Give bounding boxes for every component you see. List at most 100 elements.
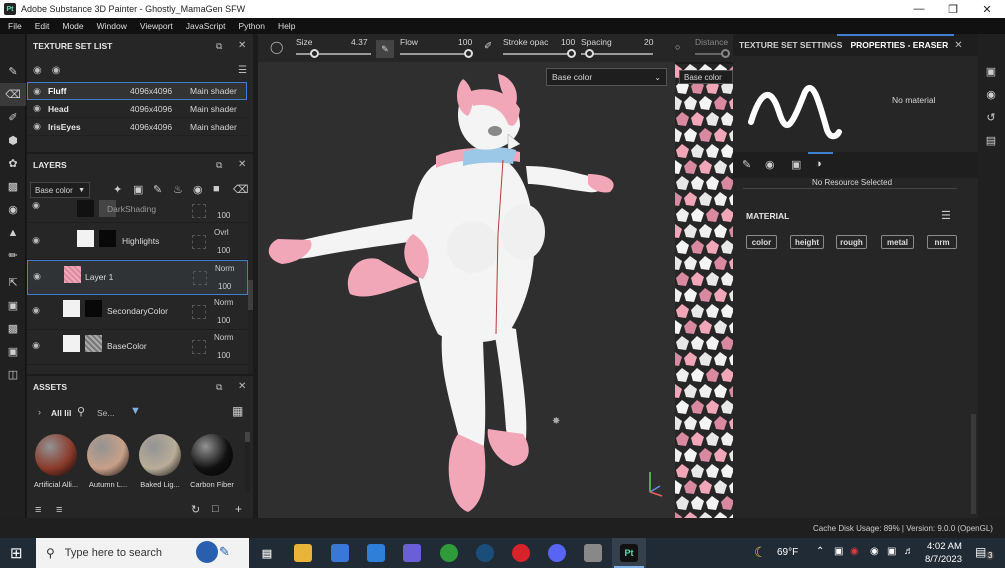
flow-pen-icon[interactable]: ✎ [376, 40, 394, 58]
light-icon[interactable]: ✸ [552, 416, 560, 427]
size-value[interactable]: 4.37 [351, 37, 368, 47]
texture-set-row[interactable]: ◉ Head 4096x4096 Main shader [27, 100, 247, 118]
clock-date[interactable]: 8/7/2023 [925, 554, 962, 565]
stroke-opacity-slider-handle[interactable] [567, 49, 576, 58]
eye-icon[interactable]: ◉ [30, 86, 44, 97]
filter-icon[interactable]: ▼ [130, 405, 141, 417]
layer-row[interactable]: ◉ DarkShading 100 [27, 198, 248, 223]
stroke-opacity-value[interactable]: 100 [561, 37, 575, 47]
volume-icon[interactable]: ♬ [904, 546, 914, 557]
viewport-channel-select[interactable]: Base color ⌄ [546, 68, 667, 86]
undock-icon[interactable]: ⧉ [216, 160, 222, 171]
menu-edit[interactable]: Edit [35, 21, 50, 31]
library-icon[interactable]: ≡ [56, 504, 62, 516]
substance-painter-taskbar-icon[interactable]: Pt [620, 544, 638, 562]
asset-item[interactable]: Artificial Alli... [31, 434, 81, 494]
import-icon[interactable]: ≡ [35, 504, 41, 516]
brush-shape-icon[interactable]: ◯ [270, 40, 283, 54]
menu-file[interactable]: File [8, 21, 22, 31]
brush-tab-icon[interactable]: ✎ [742, 158, 751, 171]
layer-row[interactable]: ◉ SecondaryColor Norm 100 [27, 295, 248, 330]
bake-icon[interactable]: ▲ [0, 221, 26, 244]
eye-icon[interactable]: ◉ [29, 340, 43, 351]
spacing-value[interactable]: 20 [644, 37, 653, 47]
stroke-opacity-slider[interactable] [503, 53, 573, 55]
layer-mask-slot[interactable] [192, 305, 206, 319]
alpha-tab-icon[interactable]: ◉ [765, 158, 775, 171]
add-asset-icon[interactable]: + [235, 502, 242, 516]
layer-mask-slot[interactable] [192, 204, 206, 218]
channel-nrm-toggle[interactable]: nrm [927, 235, 957, 249]
layer-row-selected[interactable]: ◉ Layer 1 Norm 100 [27, 260, 248, 295]
display-settings-icon[interactable]: ▣ [978, 60, 1004, 83]
grid-view-icon[interactable]: ▦ [232, 404, 243, 418]
layer-mask-slot[interactable] [192, 235, 206, 249]
discord-icon[interactable] [548, 544, 566, 562]
undock-icon[interactable]: ⧉ [216, 382, 222, 393]
eye-icon[interactable]: ◉ [29, 235, 43, 246]
close-panel-icon[interactable]: ✕ [238, 159, 246, 170]
distance-slider-handle[interactable] [721, 49, 730, 58]
eye-icon[interactable]: ◉ [30, 121, 44, 132]
history-icon[interactable]: ↺ [978, 106, 1004, 129]
tab-properties-eraser[interactable]: PROPERTIES - ERASER [850, 40, 948, 50]
size-slider-handle[interactable] [310, 49, 319, 58]
box-icon[interactable]: ◫ [0, 363, 26, 386]
eye-icon[interactable]: ◉ [29, 305, 43, 316]
size-slider[interactable] [296, 53, 371, 55]
tab-texture-set-settings[interactable]: TEXTURE SET SETTINGS [739, 40, 842, 50]
folder-icon[interactable]: □ [212, 503, 219, 515]
paint-brush-icon[interactable]: ✎ [0, 60, 26, 83]
layer-row[interactable]: ◉ Highlights Ovrl 100 [27, 225, 248, 260]
assets-scrollbar[interactable] [245, 432, 250, 492]
asset-item[interactable]: Carbon Fiber [187, 434, 237, 494]
channel-metal-toggle[interactable]: metal [881, 235, 914, 249]
list-menu-icon[interactable]: ☰ [238, 65, 247, 76]
add-effect-icon[interactable]: ✦ [113, 183, 122, 196]
weather-temp[interactable]: 69°F [777, 547, 798, 558]
asset-item[interactable]: Baked Lig... [135, 434, 185, 494]
microphone-icon[interactable]: ◉ [870, 546, 879, 557]
properties-scrollbar[interactable] [971, 414, 976, 514]
menu-javascript[interactable]: JavaScript [186, 21, 226, 31]
tray-chevron-icon[interactable]: ⌃ [816, 546, 824, 557]
close-panel-icon[interactable]: ✕ [238, 40, 246, 51]
xbox-icon[interactable] [440, 544, 458, 562]
camera-icon[interactable]: ▣ [0, 340, 26, 363]
layer-mask-slot[interactable] [193, 271, 207, 285]
add-folder-icon[interactable]: ■ [213, 183, 220, 195]
store-icon[interactable] [331, 544, 349, 562]
clone-icon[interactable]: ▩ [0, 175, 26, 198]
texture-set-row[interactable]: ◉ Fluff 4096x4096 Main shader [27, 82, 247, 100]
add-fill-layer-icon[interactable]: ♨ [173, 183, 183, 196]
smudge-icon[interactable]: ✿ [0, 152, 26, 175]
texture-set-row[interactable]: ◉ IrisEyes 4096x4096 Main shader [27, 118, 247, 136]
menu-python[interactable]: Python [238, 21, 264, 31]
antivirus-icon[interactable]: ◉ [850, 546, 859, 557]
transform-icon[interactable]: ⇱ [0, 271, 26, 294]
lazy-mouse-icon[interactable]: ○ [675, 42, 680, 52]
undock-icon[interactable]: ⧉ [216, 41, 222, 52]
uv-2d-view[interactable] [675, 64, 733, 518]
eraser-icon[interactable]: ⌫ [0, 83, 26, 106]
geometry-fill-icon[interactable]: ⬢ [0, 129, 26, 152]
uv-channel-select[interactable]: Base color [679, 70, 733, 84]
minimize-button[interactable]: — [902, 0, 936, 18]
file-explorer-icon[interactable] [294, 544, 312, 562]
viewport-3d[interactable]: ✸ [258, 34, 675, 518]
eye-icon[interactable]: ◉ [29, 200, 43, 211]
layer-row[interactable]: ◉ BaseColor Norm 100 [27, 330, 248, 365]
clock-time[interactable]: 4:02 AM [927, 541, 962, 552]
taskbar-search-box[interactable]: ⚲ Type here to search ✎ [36, 538, 249, 568]
mail-icon[interactable] [367, 544, 385, 562]
measure-icon[interactable]: ▩ [0, 317, 26, 340]
character-app-icon[interactable] [584, 544, 602, 562]
menu-mode[interactable]: Mode [62, 21, 83, 31]
projection-icon[interactable]: ✐ [0, 106, 26, 129]
flow-slider[interactable] [400, 53, 468, 55]
refresh-icon[interactable]: ↻ [191, 503, 200, 516]
eye-icon[interactable]: ◉ [30, 103, 44, 114]
spacing-slider-handle[interactable] [585, 49, 594, 58]
close-tab-icon[interactable]: ✕ [954, 40, 962, 51]
asset-search-input[interactable]: Se... [97, 408, 114, 418]
